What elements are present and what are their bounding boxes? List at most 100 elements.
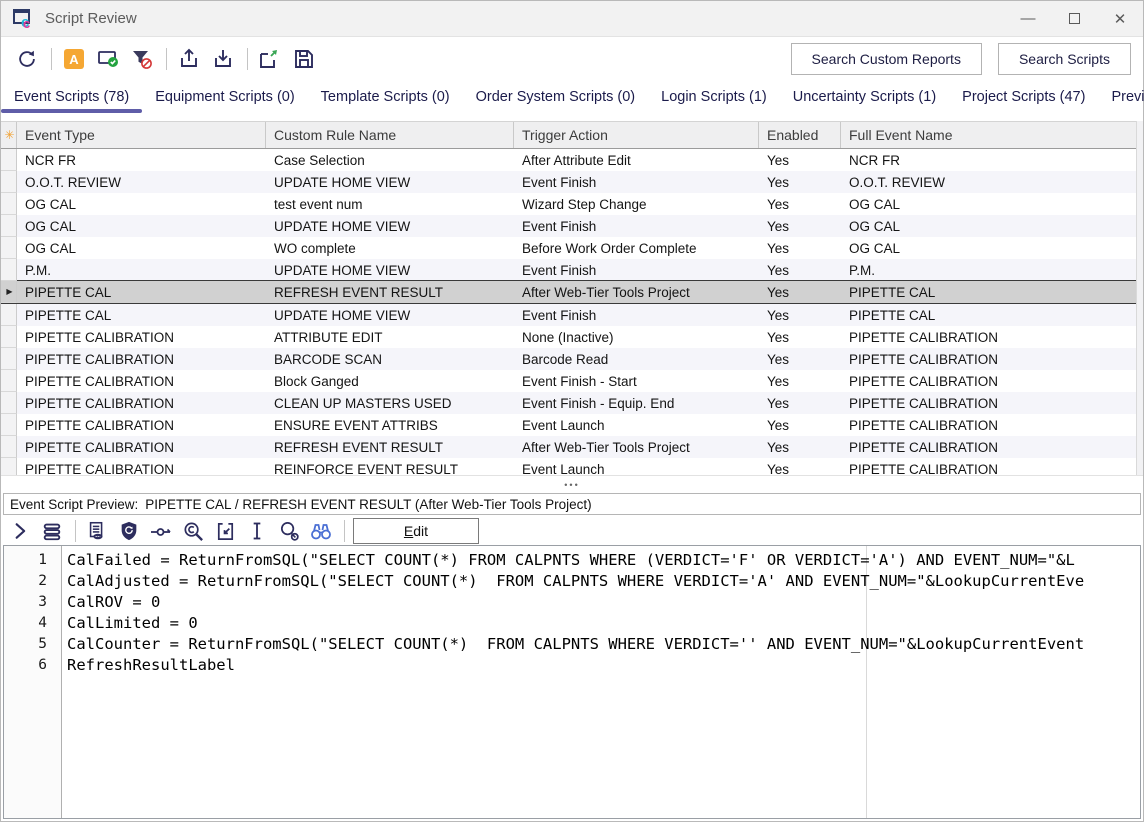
table-vertical-scrollbar[interactable] (1136, 121, 1143, 475)
row-selector-cell[interactable] (1, 370, 17, 392)
code-area[interactable]: CalFailed = ReturnFromSQL("SELECT COUNT(… (62, 546, 1140, 818)
table-row[interactable]: PIPETTE CALIBRATION Block Ganged Event F… (1, 370, 1143, 392)
row-selector-cell[interactable] (1, 237, 17, 259)
import-button[interactable] (209, 45, 237, 73)
row-selector-cell[interactable] (1, 392, 17, 414)
table-row[interactable]: P.M. UPDATE HOME VIEW Event Finish Yes P… (1, 259, 1143, 281)
report-numbers-icon (86, 520, 108, 542)
row-selector-cell[interactable] (1, 149, 17, 171)
edit-button[interactable]: Edit (353, 518, 479, 544)
code-line[interactable]: CalAdjusted = ReturnFromSQL("SELECT COUN… (62, 571, 1140, 592)
tab-project-scripts-47[interactable]: Project Scripts (47) (949, 85, 1098, 113)
column-header-full-event-name[interactable]: Full Event Name (841, 122, 1143, 148)
search-letter-button[interactable] (180, 518, 206, 544)
tab-template-scripts-0[interactable]: Template Scripts (0) (308, 85, 463, 113)
row-selector-cell[interactable] (1, 215, 17, 237)
lines-button[interactable] (39, 518, 65, 544)
screen-verify-button[interactable] (94, 45, 122, 73)
row-selector-cell[interactable] (1, 326, 17, 348)
column-header-enabled[interactable]: Enabled (759, 122, 841, 148)
insert-box-button[interactable] (212, 518, 238, 544)
line-number: 6 (4, 655, 61, 676)
table-row[interactable]: PIPETTE CALIBRATION CLEAN UP MASTERS USE… (1, 392, 1143, 414)
window-title: Script Review (45, 10, 137, 27)
row-selector-cell[interactable] (1, 304, 17, 326)
cell-event-type: PIPETTE CAL (17, 281, 266, 303)
minimize-button[interactable]: — (1005, 1, 1051, 36)
script-code-editor[interactable]: 123456 CalFailed = ReturnFromSQL("SELECT… (3, 545, 1141, 819)
table-row[interactable]: PIPETTE CALIBRATION ATTRIBUTE EDIT None … (1, 326, 1143, 348)
binoculars-button[interactable] (308, 518, 334, 544)
column-header-trigger-action[interactable]: Trigger Action (514, 122, 759, 148)
row-selector-cell[interactable] (1, 414, 17, 436)
key-button[interactable] (148, 518, 174, 544)
cell-enabled: Yes (759, 436, 841, 458)
table-row[interactable]: OG CAL test event num Wizard Step Change… (1, 193, 1143, 215)
text-cursor-button[interactable] (244, 518, 270, 544)
cell-event-type: PIPETTE CALIBRATION (17, 436, 266, 458)
cell-trigger-action: Event Finish (514, 171, 759, 193)
code-line[interactable]: CalROV = 0 (62, 592, 1140, 613)
shield-sync-button[interactable] (116, 518, 142, 544)
table-row[interactable]: OG CAL UPDATE HOME VIEW Event Finish Yes… (1, 215, 1143, 237)
table-row[interactable]: PIPETTE CALIBRATION ENSURE EVENT ATTRIBS… (1, 414, 1143, 436)
tab-event-scripts-78[interactable]: Event Scripts (78) (1, 85, 142, 113)
table-row[interactable]: O.O.T. REVIEW UPDATE HOME VIEW Event Fin… (1, 171, 1143, 193)
refresh-button[interactable] (13, 45, 41, 73)
cell-full-event-name: OG CAL (841, 193, 1143, 215)
row-selector-cell[interactable] (1, 348, 17, 370)
tab-equipment-scripts-0[interactable]: Equipment Scripts (0) (142, 85, 307, 113)
line-number: 5 (4, 634, 61, 655)
chevron-right-icon (10, 521, 30, 541)
tab-preview-fix[interactable]: Preview Fix (1098, 85, 1144, 113)
search-letter-icon (182, 520, 205, 543)
cell-full-event-name: PIPETTE CAL (841, 281, 1143, 303)
search-scripts-button[interactable]: Search Scripts (998, 43, 1131, 75)
attribute-button[interactable]: A (60, 45, 88, 73)
table-row[interactable]: NCR FR Case Selection After Attribute Ed… (1, 149, 1143, 171)
cell-trigger-action: After Web-Tier Tools Project (514, 436, 759, 458)
row-selector-cell[interactable] (1, 458, 17, 475)
row-selector-cell[interactable] (1, 171, 17, 193)
tab-login-scripts-1[interactable]: Login Scripts (1) (648, 85, 780, 113)
export-button[interactable] (175, 45, 203, 73)
table-row[interactable]: ▶ PIPETTE CAL REFRESH EVENT RESULT After… (1, 280, 1143, 304)
maximize-button[interactable] (1051, 1, 1097, 36)
table-row[interactable]: PIPETTE CALIBRATION REFRESH EVENT RESULT… (1, 436, 1143, 458)
insert-box-icon (214, 520, 237, 543)
cell-custom-rule-name: UPDATE HOME VIEW (266, 304, 514, 326)
column-header-custom-rule-name[interactable]: Custom Rule Name (266, 122, 514, 148)
column-header-event-type[interactable]: Event Type (17, 122, 266, 148)
search-custom-reports-button[interactable]: Search Custom Reports (791, 43, 982, 75)
code-line[interactable]: RefreshResultLabel (62, 655, 1140, 676)
cell-custom-rule-name: Case Selection (266, 149, 514, 171)
row-selector-cell[interactable] (1, 193, 17, 215)
cell-custom-rule-name: CLEAN UP MASTERS USED (266, 392, 514, 414)
binoculars-icon (309, 519, 333, 543)
row-selector-cell[interactable] (1, 436, 17, 458)
save-button[interactable] (290, 45, 318, 73)
report-numbers-button[interactable] (84, 518, 110, 544)
table-row[interactable]: PIPETTE CALIBRATION BARCODE SCAN Barcode… (1, 348, 1143, 370)
row-selector-cell[interactable]: ▶ (1, 281, 17, 303)
tab-order-system-scripts-0[interactable]: Order System Scripts (0) (463, 85, 649, 113)
code-line[interactable]: CalFailed = ReturnFromSQL("SELECT COUNT(… (62, 550, 1140, 571)
search-eye-button[interactable] (276, 518, 302, 544)
table-row[interactable]: PIPETTE CAL UPDATE HOME VIEW Event Finis… (1, 304, 1143, 326)
pane-splitter[interactable]: ••• (1, 475, 1143, 493)
filter-button[interactable] (128, 45, 156, 73)
line-number: 1 (4, 550, 61, 571)
close-button[interactable]: ✕ (1097, 1, 1143, 36)
row-selector-cell[interactable] (1, 259, 17, 281)
expand-button[interactable] (7, 518, 33, 544)
open-new-button[interactable] (256, 45, 284, 73)
cell-trigger-action: Event Finish (514, 304, 759, 326)
tab-uncertainty-scripts-1[interactable]: Uncertainty Scripts (1) (780, 85, 949, 113)
code-line[interactable]: CalCounter = ReturnFromSQL("SELECT COUNT… (62, 634, 1140, 655)
cell-trigger-action: Event Finish - Start (514, 370, 759, 392)
line-number: 4 (4, 613, 61, 634)
table-row[interactable]: PIPETTE CALIBRATION REINFORCE EVENT RESU… (1, 458, 1143, 475)
code-line[interactable]: CalLimited = 0 (62, 613, 1140, 634)
preview-value: PIPETTE CAL / REFRESH EVENT RESULT (Afte… (145, 497, 591, 512)
table-row[interactable]: OG CAL WO complete Before Work Order Com… (1, 237, 1143, 259)
